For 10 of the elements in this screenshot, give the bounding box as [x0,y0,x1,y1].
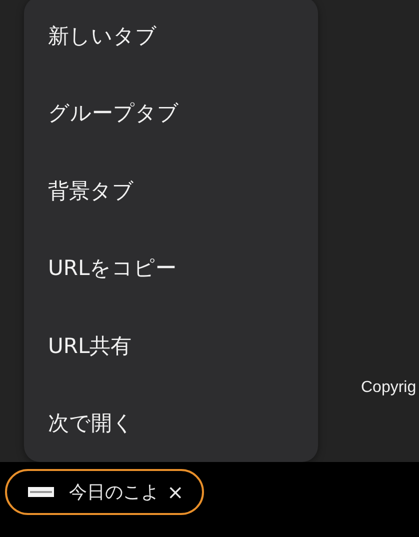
menu-item[interactable]: 次で開く [24,384,318,462]
close-icon[interactable]: × [167,480,184,504]
menu-item[interactable]: URL共有 [24,307,318,384]
menu-item[interactable]: 新しいタブ [24,0,318,74]
copyright-text: Copyrig [361,379,416,397]
menu-item[interactable]: グループタブ [24,74,318,152]
menu-item[interactable]: 背景タブ [24,152,318,230]
tab-title: 今日のこよ [69,481,159,504]
browser-tab[interactable]: 今日のこよ × [5,469,204,515]
menu-item[interactable]: URLをコピー [24,230,318,307]
